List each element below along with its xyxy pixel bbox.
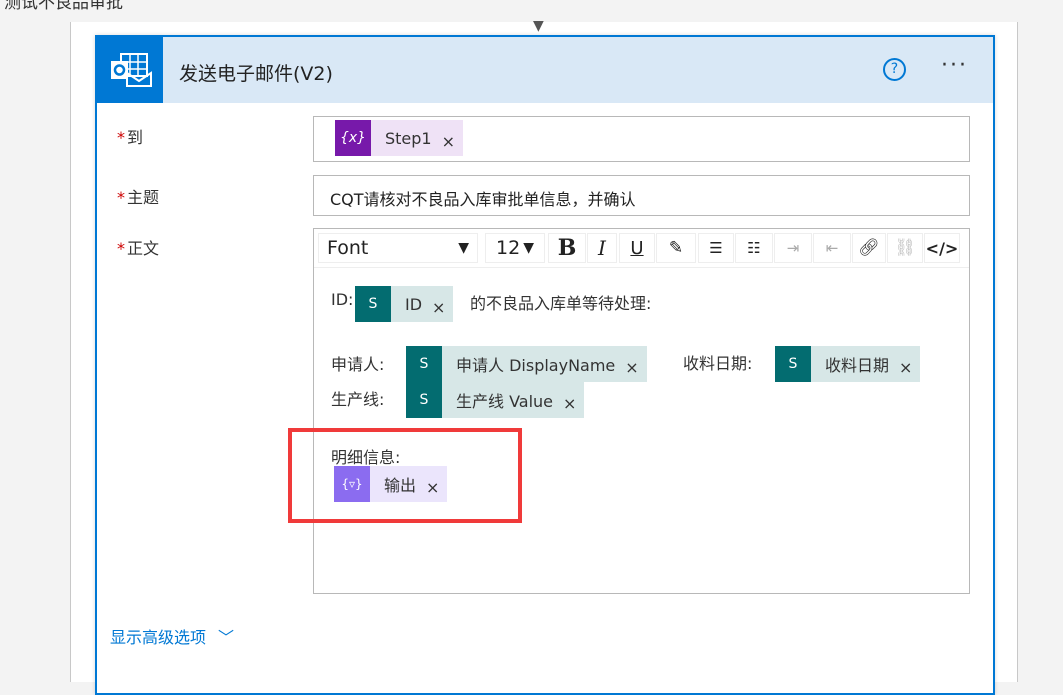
remove-token-icon[interactable]: × (625, 358, 646, 377)
remove-token-icon[interactable]: × (426, 478, 447, 497)
card-header[interactable]: 发送电子邮件(V2) ? ··· (97, 37, 993, 103)
sharepoint-icon: S (775, 346, 811, 382)
unlink-icon[interactable]: ⛓︎ (887, 233, 923, 263)
chevron-down-icon: ﹀ (218, 628, 235, 647)
link-icon[interactable]: 🔗︎ (852, 233, 886, 263)
line-label: 生产线: (331, 390, 385, 409)
body-label: * 正文 (117, 239, 160, 258)
date-label: 收料日期: (683, 354, 753, 373)
font-select[interactable]: Font ▼ (318, 233, 478, 263)
connector-arrow-icon: ▼ (533, 18, 544, 34)
id-suffix-text: 的不良品入库单等待处理: (470, 294, 652, 313)
token-label: 申请人 DisplayName (456, 356, 616, 375)
help-icon[interactable]: ? (883, 58, 906, 81)
applicant-token[interactable]: S 申请人 DisplayName × (406, 346, 647, 382)
indent-icon[interactable]: ⇥ (774, 233, 812, 263)
applicant-label: 申请人: (331, 355, 385, 374)
line-token[interactable]: S 生产线 Value × (406, 382, 585, 418)
flow-title: 测试不良品审批 (4, 0, 123, 13)
color-picker-icon[interactable]: ✎ (656, 233, 696, 263)
to-field[interactable]: {x} Step1 × (313, 116, 970, 162)
id-token[interactable]: S ID × (355, 286, 454, 322)
underline-button[interactable]: U (619, 233, 655, 263)
sharepoint-icon: S (406, 382, 442, 418)
numbered-list-icon[interactable]: ☷ (735, 233, 773, 263)
date-token[interactable]: S 收料日期 × (775, 346, 921, 382)
sharepoint-icon: S (355, 286, 391, 322)
font-size-select[interactable]: 12 ▼ (485, 233, 545, 263)
code-view-button[interactable]: </> (924, 233, 960, 263)
bullet-list-icon[interactable]: ☰ (698, 233, 734, 263)
subject-label: * 主题 (117, 188, 160, 207)
expression-icon: {▿} (334, 466, 370, 502)
remove-token-icon[interactable]: × (899, 358, 920, 377)
variable-icon: {x} (335, 120, 371, 156)
subject-input[interactable]: CQT请核对不良品入库审批单信息，并确认 (313, 175, 970, 216)
more-options-icon[interactable]: ··· (941, 53, 968, 78)
editor-toolbar: Font ▼ 12 ▼ B I U ✎ ☰ ☷ ⇥ ⇤ 🔗︎ ⛓︎ </> (314, 229, 969, 268)
id-label: ID: (331, 290, 354, 309)
token-label: ID (405, 294, 423, 314)
token-label: 输出 (384, 476, 417, 495)
remove-token-icon[interactable]: × (442, 132, 463, 151)
outlook-icon (97, 37, 163, 103)
remove-token-icon[interactable]: × (432, 298, 453, 317)
token-label: 生产线 Value (456, 392, 554, 411)
bold-button[interactable]: B (548, 233, 586, 263)
output-token[interactable]: {▿} 输出 × (334, 466, 448, 502)
sharepoint-icon: S (406, 346, 442, 382)
token-label: Step1 (385, 128, 432, 148)
token-label: 收料日期 (825, 356, 890, 375)
outdent-icon[interactable]: ⇤ (813, 233, 851, 263)
italic-button[interactable]: I (587, 233, 617, 263)
to-label: * 到 (117, 128, 144, 147)
step1-token[interactable]: {x} Step1 × (335, 120, 464, 156)
show-advanced-options-link[interactable]: 显示高级选项 ﹀ (110, 624, 234, 648)
remove-token-icon[interactable]: × (563, 394, 584, 413)
card-title: 发送电子邮件(V2) (179, 63, 333, 85)
detail-label: 明细信息: (331, 448, 401, 467)
